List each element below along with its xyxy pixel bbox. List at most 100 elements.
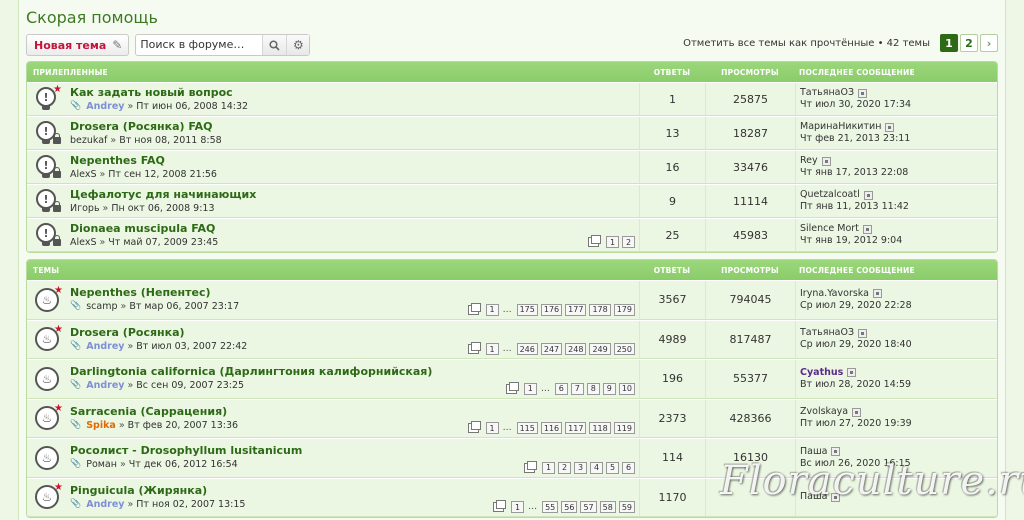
last-post-author-link[interactable]: Cyathus	[800, 367, 843, 379]
goto-last-post-icon[interactable]	[858, 88, 868, 98]
goto-last-post-icon[interactable]	[862, 224, 872, 234]
goto-last-post-icon[interactable]	[821, 156, 831, 166]
topic-author-link[interactable]: scamp	[86, 300, 117, 313]
topic-row[interactable]: ! ★ Как задать новый вопрос 📎 Andrey» Пт июн …	[27, 82, 997, 116]
topic-page-link[interactable]: 5	[606, 461, 619, 474]
topic-page-link[interactable]: 247	[540, 343, 563, 355]
topic-page-link[interactable]: 175	[516, 303, 538, 316]
topic-row[interactable]: ♨ Darlingtonia californica (Дарлингтония …	[27, 359, 997, 399]
topic-page-link[interactable]: 246	[516, 343, 538, 355]
last-post-author-link[interactable]: Zvolskaya	[800, 406, 848, 418]
topic-title-link[interactable]: Drosera (Росянка)	[70, 326, 639, 340]
mark-read-link[interactable]: Отметить все темы как прочтённые • 42 те…	[683, 38, 930, 49]
last-post-author-link[interactable]: Quetzalcoatl	[800, 189, 860, 201]
topic-row[interactable]: ! Dionaea muscipula FAQ AlexS» Чт май 07, 2…	[27, 218, 997, 252]
meta-separator: »	[120, 301, 127, 313]
last-post-author-link[interactable]: Silence Mort	[800, 223, 859, 235]
page-title[interactable]: Скорая помощь	[26, 8, 998, 30]
topic-page-link[interactable]: 1	[523, 382, 537, 395]
topic-page-link[interactable]: 176	[540, 303, 563, 316]
topic-page-link[interactable]: 119	[613, 422, 635, 434]
topic-title-link[interactable]: Nepenthes (Непентес)	[70, 286, 639, 300]
topic-page-link[interactable]: 1	[511, 501, 525, 513]
topic-row[interactable]: ! Drosera (Росянка) FAQ bezukaf» Вт ноя 08,…	[27, 116, 997, 150]
topic-page-link[interactable]: 4	[590, 461, 603, 474]
new-topic-button[interactable]: Новая тема ✎	[26, 34, 130, 56]
topic-row[interactable]: ♨ ★ Sarracenia (Саррацения) 📎 Spika» Вт фев 2…	[27, 398, 997, 438]
topic-author-link[interactable]: Andrey	[86, 379, 124, 392]
topic-author-link[interactable]: Andrey	[86, 340, 124, 353]
topic-page-link[interactable]: 1	[606, 236, 619, 248]
topic-page-link[interactable]: 248	[565, 343, 587, 355]
goto-last-post-icon[interactable]	[847, 368, 857, 378]
topic-title-link[interactable]: Pinguicula (Жирянка)	[70, 484, 639, 498]
topic-page-link[interactable]: 249	[589, 343, 611, 355]
last-post-author-link[interactable]: МаринаНикитин	[800, 121, 881, 133]
goto-last-post-icon[interactable]	[858, 328, 868, 338]
last-post-author-link[interactable]: Iryna.Yavorska	[800, 288, 869, 300]
meta-separator: »	[127, 100, 134, 112]
advanced-search-button[interactable]: ⚙	[286, 35, 310, 55]
topic-author-link[interactable]: AlexS	[70, 168, 96, 181]
topic-author-link[interactable]: Spika	[86, 419, 116, 432]
goto-last-post-icon[interactable]	[852, 407, 862, 417]
page-button-1[interactable]: 1	[940, 34, 958, 52]
topic-page-link[interactable]: 118	[589, 422, 611, 434]
topic-title-link[interactable]: Nepenthes FAQ	[70, 154, 639, 168]
topic-author-link[interactable]: Роман	[86, 458, 117, 471]
topic-page-link[interactable]: 55	[542, 501, 559, 513]
topic-page-link[interactable]: 9	[602, 382, 616, 395]
topic-author-link[interactable]: AlexS	[70, 236, 96, 249]
topic-author-link[interactable]: Andrey	[86, 498, 124, 511]
topic-title-link[interactable]: Dionaea muscipula FAQ	[70, 222, 639, 236]
topic-page-link[interactable]: 8	[586, 382, 600, 395]
topic-page-link[interactable]: 1	[485, 303, 499, 316]
last-post-author-link[interactable]: ТатьянаОЗ	[800, 87, 854, 99]
topic-page-link[interactable]: 179	[613, 303, 635, 316]
page-button-2[interactable]: 2	[960, 34, 978, 52]
topic-author-link[interactable]: Andrey	[86, 100, 124, 113]
search-input[interactable]: Поиск в форуме…	[136, 35, 264, 55]
topic-page-link[interactable]: 10	[618, 382, 635, 395]
topic-page-link[interactable]: 2	[558, 461, 571, 474]
topic-page-link[interactable]: 2	[622, 236, 635, 248]
topic-page-link[interactable]: 250	[613, 343, 635, 355]
topic-page-link[interactable]: 58	[599, 501, 616, 513]
topic-page-link[interactable]: 3	[574, 461, 587, 474]
topic-page-link[interactable]: 117	[565, 422, 587, 434]
topic-page-link[interactable]: 57	[580, 501, 597, 513]
last-post-author-link[interactable]: Паша	[800, 446, 827, 458]
topic-title-link[interactable]: Росолист - Drosophyllum lusitanicum	[70, 444, 639, 458]
topic-page-link[interactable]: 1	[485, 422, 499, 434]
topic-title-link[interactable]: Как задать новый вопрос	[70, 86, 639, 100]
topic-page-link[interactable]: 116	[540, 422, 563, 434]
goto-last-post-icon[interactable]	[863, 190, 873, 200]
topic-page-link[interactable]: 115	[516, 422, 538, 434]
goto-last-post-icon[interactable]	[872, 289, 882, 299]
last-post-author-link[interactable]: ТатьянаОЗ	[800, 327, 854, 339]
topic-page-link[interactable]: 1	[542, 461, 555, 474]
topic-page-link[interactable]: 59	[618, 501, 635, 513]
topic-page-link[interactable]: 1	[485, 343, 499, 355]
goto-last-post-icon[interactable]	[831, 447, 841, 457]
topic-page-link[interactable]: 178	[589, 303, 611, 316]
last-post-author-link[interactable]: Rey	[800, 155, 818, 167]
topic-row[interactable]: ! Цефалотус для начинающих Игорь» Пн окт 06…	[27, 184, 997, 218]
topic-title-link[interactable]: Sarracenia (Саррацения)	[70, 405, 639, 419]
search-button[interactable]	[263, 35, 287, 55]
topic-row[interactable]: ♨ ★ Drosera (Росянка) 📎 Andrey» Вт июл 03, 20…	[27, 319, 997, 359]
topic-row[interactable]: ♨ ★ Nepenthes (Непентес) 📎 scamp» Вт мар 06, …	[27, 280, 997, 320]
topic-page-link[interactable]: 6	[554, 382, 568, 395]
next-page-button[interactable]: ›	[980, 34, 998, 52]
topic-page-link[interactable]: 177	[565, 303, 587, 316]
topic-page-link[interactable]: 6	[622, 461, 635, 474]
goto-last-post-icon[interactable]	[885, 122, 895, 132]
topic-author-link[interactable]: Игорь	[70, 202, 100, 215]
topic-title-link[interactable]: Цефалотус для начинающих	[70, 188, 639, 202]
topic-author-link[interactable]: bezukaf	[70, 134, 107, 147]
topic-page-link[interactable]: 56	[561, 501, 578, 513]
topic-row[interactable]: ! Nepenthes FAQ AlexS» Пт сен 12, 2008 21:5…	[27, 150, 997, 184]
topic-title-link[interactable]: Darlingtonia californica (Дарлингтония к…	[70, 365, 639, 379]
topic-title-link[interactable]: Drosera (Росянка) FAQ	[70, 120, 639, 134]
topic-page-link[interactable]: 7	[570, 382, 584, 395]
